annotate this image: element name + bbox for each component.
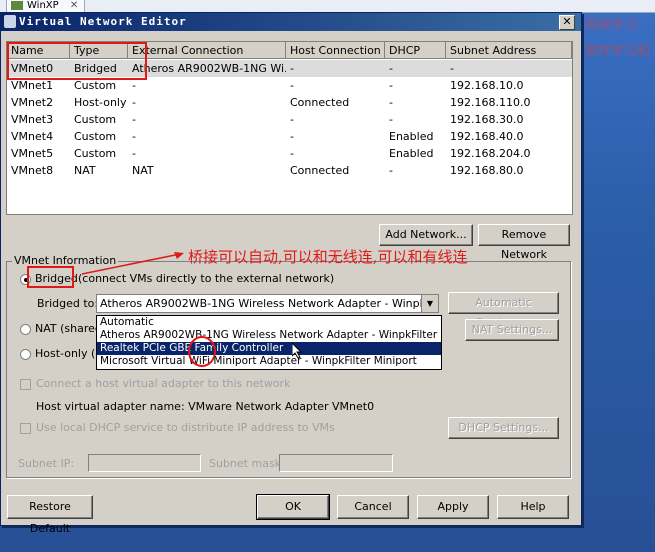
column-header-subnet[interactable]: Subnet Address [446,42,572,59]
table-row[interactable]: VMnet8 NAT NAT Connected - 192.168.80.0 [7,162,572,179]
nat-radio[interactable] [20,324,31,335]
window-title: Virtual Network Editor [19,15,187,28]
column-header-external[interactable]: External Connection [128,42,286,59]
side-watermark-1: 视频学习 [585,18,638,33]
cell-host: - [290,79,294,92]
cell-type: NAT [74,164,96,177]
host-adapter-name: Host virtual adapter name: VMware Networ… [36,400,375,413]
cell-subnet: 192.168.204.0 [450,147,531,160]
host-only-label[interactable]: Host-only (c [35,347,101,360]
cancel-button[interactable]: Cancel [337,495,409,519]
remove-network-button[interactable]: Remove Network [478,224,570,261]
bridged-to-label: Bridged to: [37,297,99,310]
subnet-mask-field[interactable] [279,454,393,472]
dropdown-option[interactable]: Automatic [97,316,441,329]
cell-dhcp: - [389,79,393,92]
use-dhcp-label: Use local DHCP service to distribute IP … [36,421,335,434]
cell-external: NAT [132,164,154,177]
cell-host: Connected [290,164,350,177]
cell-external: - [132,79,136,92]
subnet-mask-label: Subnet mask: [209,457,285,470]
cell-dhcp: - [389,113,393,126]
cell-name: VMnet4 [11,130,54,143]
nat-label[interactable]: NAT (shared [35,322,102,335]
cell-name: VMnet3 [11,113,54,126]
close-icon[interactable]: ✕ [559,15,575,30]
annotation-oval [188,336,216,367]
cell-type: Custom [74,130,117,143]
cell-subnet: 192.168.80.0 [450,164,524,177]
cell-subnet: 192.168.110.0 [450,96,531,109]
annotation-arrow [81,252,184,275]
chevron-down-icon[interactable]: ▼ [421,295,438,312]
cell-type: Custom [74,147,117,160]
help-button[interactable]: Help [497,495,569,519]
dhcp-settings-button[interactable]: DHCP Settings... [448,417,559,439]
cell-external: - [132,130,136,143]
cell-subnet: - [450,62,454,75]
add-network-button[interactable]: Add Network... [379,224,473,246]
vm-icon [11,1,23,10]
subnet-ip-label: Subnet IP: [18,457,75,470]
annotation-highlight-box [7,42,147,80]
cell-subnet: 192.168.40.0 [450,130,524,143]
subnet-ip-field[interactable] [88,454,201,472]
mouse-cursor-icon [292,343,303,359]
cell-type: Host-only [74,96,127,109]
bridged-to-dropdown-list[interactable]: Automatic Atheros AR9002WB-1NG Wireless … [96,315,442,370]
cell-dhcp: Enabled [389,147,434,160]
cell-host: - [290,130,294,143]
annotation-bridged-box [27,266,74,288]
cell-host: Connected [290,96,350,109]
bridged-to-value: Atheros AR9002WB-1NG Wireless Network Ad… [100,297,439,310]
column-header-dhcp[interactable]: DHCP [385,42,446,59]
dropdown-option[interactable]: Realtek PCIe GBE Family Controller [97,342,441,355]
column-header-host[interactable]: Host Connection [286,42,385,59]
cell-host: - [290,147,294,160]
cell-external: - [132,96,136,109]
title-bar: Virtual Network Editor ✕ [1,13,581,31]
table-row[interactable]: VMnet4 Custom - - Enabled 192.168.40.0 [7,128,572,145]
cell-dhcp: - [389,96,393,109]
table-row[interactable]: VMnet3 Custom - - - 192.168.30.0 [7,111,572,128]
dropdown-option[interactable]: Microsoft Virtual WiFi Miniport Adapter … [97,355,441,368]
cell-external: Atheros AR9002WB-1NG Wi... [132,62,286,75]
cell-external: - [132,113,136,126]
cell-subnet: 192.168.30.0 [450,113,524,126]
cell-host: - [290,113,294,126]
cell-host: - [290,62,294,75]
nat-settings-button[interactable]: NAT Settings... [465,319,559,341]
ok-button[interactable]: OK [256,494,330,520]
cell-dhcp: - [389,62,393,75]
cell-type: Custom [74,113,117,126]
apply-button[interactable]: Apply [417,495,489,519]
tab-close-icon[interactable]: ✕ [70,0,78,11]
cell-subnet: 192.168.10.0 [450,79,524,92]
annotation-text: 桥接可以自动,可以和无线连,可以和有线连 [188,248,468,266]
bridged-to-select[interactable]: Atheros AR9002WB-1NG Wireless Network Ad… [96,294,439,313]
cell-name: VMnet8 [11,164,54,177]
automatic-settings-button[interactable]: Automatic Settings... [448,292,559,329]
cell-dhcp: - [389,164,393,177]
cell-dhcp: Enabled [389,130,434,143]
dropdown-option[interactable]: Atheros AR9002WB-1NG Wireless Network Ad… [97,329,441,342]
cell-name: VMnet2 [11,96,54,109]
table-row[interactable]: VMnet2 Host-only - Connected - 192.168.1… [7,94,572,111]
cell-external: - [132,147,136,160]
host-only-radio[interactable] [20,349,31,360]
tab-label: WinXP [27,0,59,11]
cell-name: VMnet5 [11,147,54,160]
side-watermark-2: 那样学习和 [585,44,651,59]
connect-host-adapter-label: Connect a host virtual adapter to this n… [36,377,291,390]
table-row[interactable]: VMnet5 Custom - - Enabled 192.168.204.0 [7,145,572,162]
app-icon [4,15,16,28]
use-dhcp-checkbox[interactable] [20,423,31,434]
connect-host-adapter-checkbox[interactable] [20,379,31,390]
restore-default-button[interactable]: Restore Default [7,495,93,535]
